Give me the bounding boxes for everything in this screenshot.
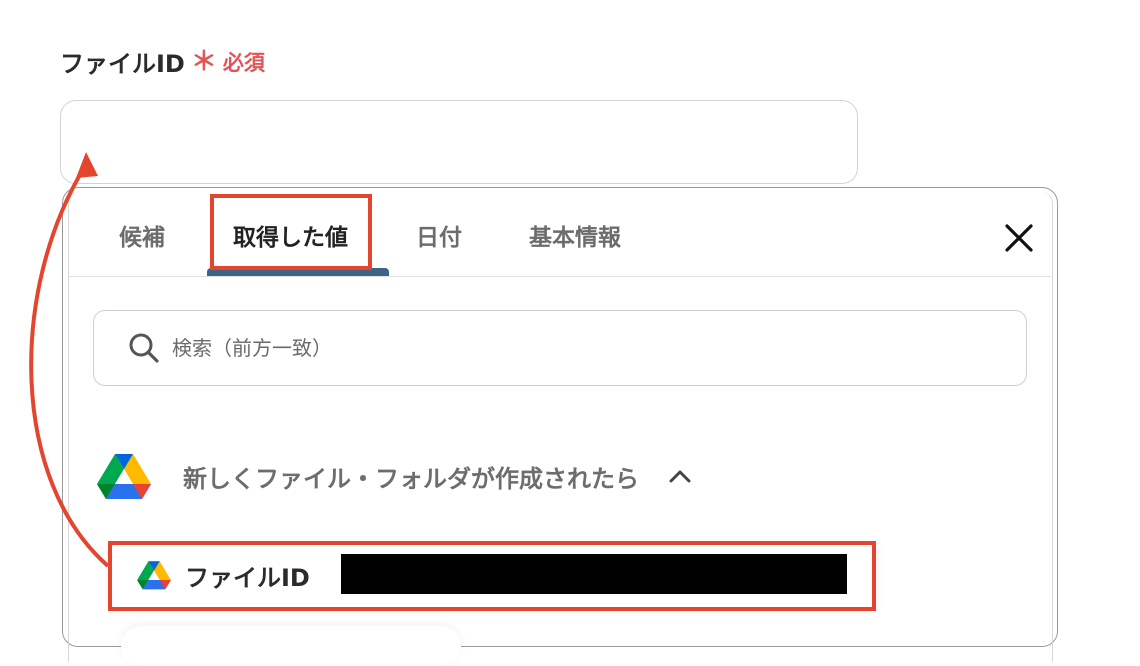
next-result-item[interactable] bbox=[121, 626, 461, 666]
annotation-arrow bbox=[29, 152, 110, 568]
